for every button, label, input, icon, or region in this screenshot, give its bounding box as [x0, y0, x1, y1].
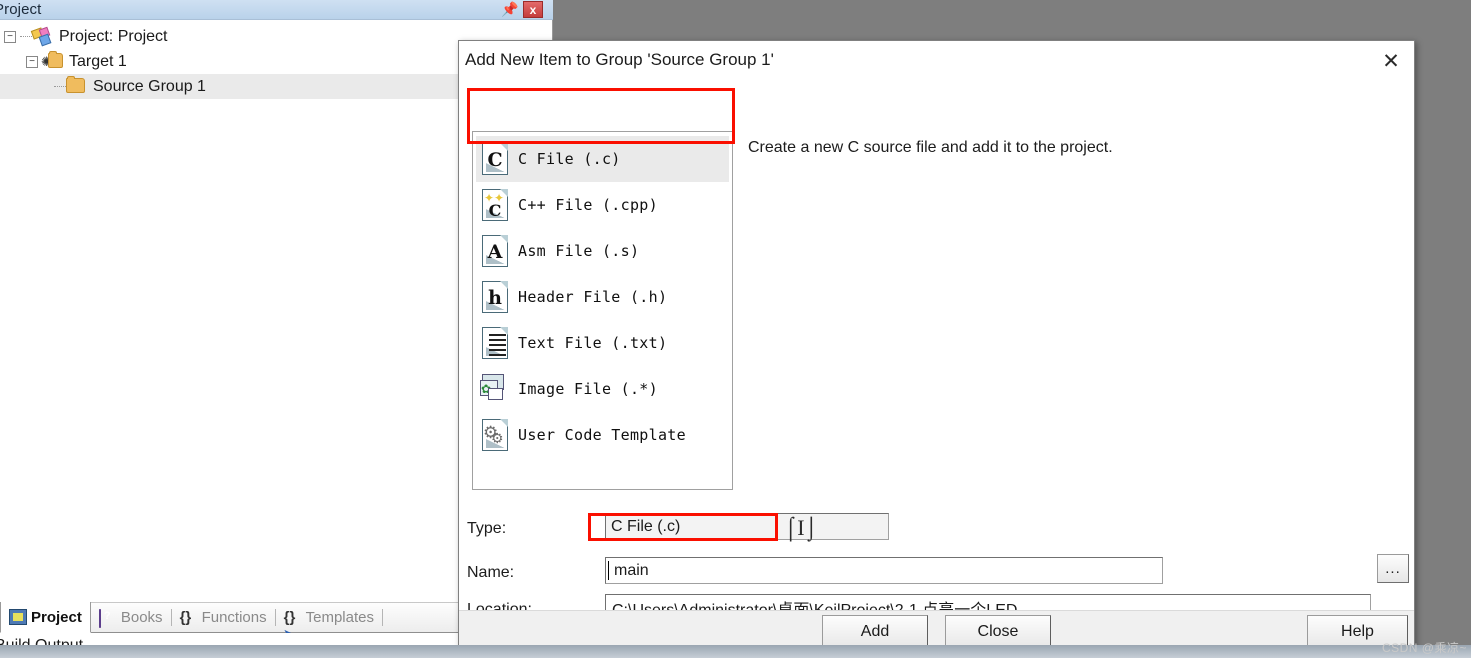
project-icon [30, 26, 52, 47]
tab-project[interactable]: Project [0, 602, 91, 633]
tree-item-label: Project: Project [59, 27, 168, 45]
text-cursor-icon: ⌠I⌡ [784, 515, 818, 540]
type-label: Type: [467, 520, 507, 537]
list-item-label: Header File (.h) [518, 288, 668, 306]
list-item-label: Text File (.txt) [518, 334, 668, 352]
pin-icon[interactable]: 📌 [501, 1, 518, 18]
list-item-asm-file[interactable]: A Asm File (.s) [476, 228, 729, 274]
screen: Project 📌 x − Project: Project − ✺ Targe… [0, 0, 1471, 658]
dialog-titlebar: Add New Item to Group 'Source Group 1' ✕ [459, 41, 1414, 82]
tab-functions[interactable]: {} Functions [172, 602, 275, 633]
tree-connector [20, 35, 32, 38]
tab-label: Books [120, 609, 163, 626]
close-button[interactable]: Close [945, 615, 1051, 648]
list-item-image-file[interactable]: ✿ Image File (.*) [476, 366, 729, 412]
tree-item-label: Target 1 [69, 52, 127, 70]
add-new-item-dialog: Add New Item to Group 'Source Group 1' ✕… [458, 40, 1415, 652]
list-item-user-code-template[interactable]: ⚙ ⚙ User Code Template [476, 412, 729, 458]
watermark: CSDN @乘凉~ [1381, 641, 1467, 655]
list-item-cpp-file[interactable]: ✦✦ C C++ File (.cpp) [476, 182, 729, 228]
name-label: Name: [467, 564, 515, 581]
cpp-file-icon: ✦✦ C [480, 188, 510, 222]
list-item-label: C++ File (.cpp) [518, 196, 658, 214]
dialog-body: C C File (.c) ✦✦ C C++ File (.cpp) A Asm … [459, 82, 1414, 621]
file-type-list[interactable]: C C File (.c) ✦✦ C C++ File (.cpp) A Asm … [472, 131, 733, 490]
braces-icon: {} [179, 608, 192, 626]
templates-icon: {}➤ [283, 608, 296, 641]
list-item-label: Asm File (.s) [518, 242, 640, 260]
user-template-icon: ⚙ ⚙ [480, 418, 510, 452]
text-caret [608, 561, 609, 580]
tab-books[interactable]: Books [91, 602, 171, 633]
books-icon [98, 608, 117, 628]
c-file-icon: C [480, 142, 510, 176]
tab-label: Templates [305, 609, 374, 626]
tab-label: Project [31, 608, 82, 626]
image-file-icon: ✿ [480, 372, 510, 406]
text-file-icon [480, 326, 510, 360]
expander-icon[interactable]: − [4, 30, 16, 43]
type-field: C File (.c) [605, 513, 889, 540]
header-file-icon: h [480, 280, 510, 314]
close-icon[interactable]: x [523, 1, 543, 18]
name-input[interactable]: main [605, 557, 1163, 584]
browse-location-button[interactable]: ... [1377, 554, 1409, 583]
list-item-label: Image File (.*) [518, 380, 658, 398]
tab-divider [381, 609, 383, 626]
list-item-label: C File (.c) [518, 150, 621, 168]
project-panel-title: Project [0, 1, 42, 18]
folder-icon [66, 76, 86, 95]
tree-connector [54, 85, 66, 88]
tree-item-label: Source Group 1 [93, 77, 206, 95]
tab-templates[interactable]: {}➤ Templates [276, 602, 382, 641]
add-button[interactable]: Add [822, 615, 928, 648]
list-item-label: User Code Template [518, 426, 686, 444]
dialog-title: Add New Item to Group 'Source Group 1' [465, 50, 774, 69]
project-panel-titlebar: Project 📌 x [0, 0, 553, 20]
project-window-icon [9, 609, 27, 625]
list-item-text-file[interactable]: Text File (.txt) [476, 320, 729, 366]
file-type-description: Create a new C source file and add it to… [748, 139, 1113, 156]
window-bottom-edge [0, 645, 1471, 658]
name-input-value: main [614, 561, 649, 579]
list-item-c-file[interactable]: C C File (.c) [476, 136, 729, 182]
close-icon[interactable]: ✕ [1368, 41, 1414, 82]
asm-file-icon: A [480, 234, 510, 268]
expander-icon[interactable]: − [26, 55, 38, 68]
list-item-header-file[interactable]: h Header File (.h) [476, 274, 729, 320]
target-folder-icon: ✺ [41, 51, 63, 70]
tab-label: Functions [201, 609, 267, 626]
